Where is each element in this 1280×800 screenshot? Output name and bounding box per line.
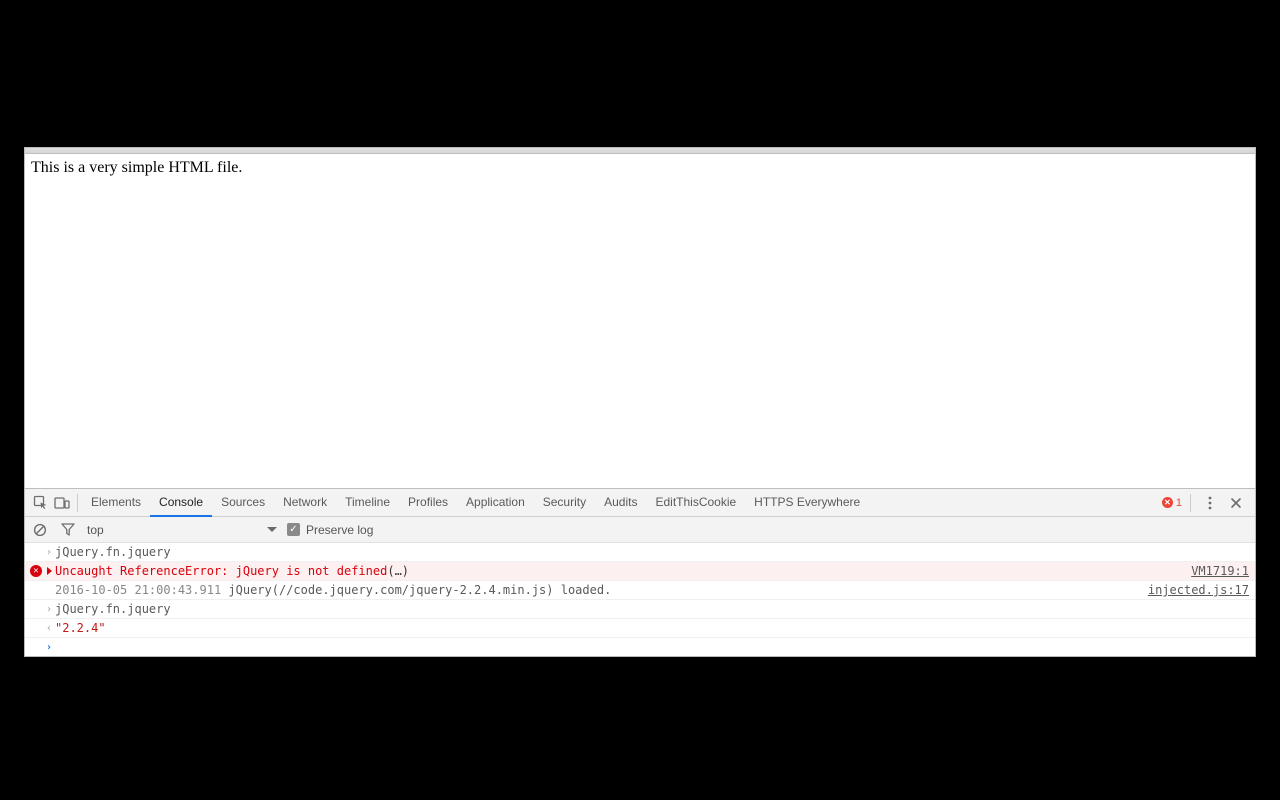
execution-context-selector[interactable]: top (87, 523, 277, 537)
filter-icon[interactable] (59, 516, 77, 544)
error-icon: ✕ (30, 565, 42, 577)
console-text: Uncaught ReferenceError: jQuery is not d… (55, 564, 1181, 578)
error-icon: ✕ (1162, 497, 1173, 508)
source-link[interactable]: injected.js:17 (1138, 583, 1249, 597)
tab-httpseverywhere[interactable]: HTTPS Everywhere (745, 489, 869, 517)
preserve-log-label: Preserve log (306, 523, 373, 537)
preserve-log-toggle[interactable]: ✓ Preserve log (287, 523, 373, 537)
console-toolbar: top ✓ Preserve log (25, 517, 1255, 543)
console-log-row[interactable]: 2016-10-05 21:00:43.911 jQuery(//code.jq… (25, 581, 1255, 600)
tab-audits[interactable]: Audits (595, 489, 646, 517)
chevron-down-icon (267, 527, 277, 532)
gutter: ✕ (29, 565, 43, 577)
console-output[interactable]: › jQuery.fn.jquery ✕ Uncaught ReferenceE… (25, 543, 1255, 656)
error-count: 1 (1176, 497, 1182, 509)
browser-window: This is a very simple HTML file. Element… (24, 147, 1256, 657)
expand-icon[interactable] (43, 567, 55, 575)
inspect-element-icon[interactable] (29, 489, 51, 517)
console-text: jQuery.fn.jquery (55, 545, 1249, 559)
tab-console[interactable]: Console (150, 489, 212, 517)
tab-profiles[interactable]: Profiles (399, 489, 457, 517)
error-count-badge[interactable]: ✕ 1 (1162, 497, 1182, 509)
checkbox-checked-icon: ✓ (287, 523, 300, 536)
console-error-row[interactable]: ✕ Uncaught ReferenceError: jQuery is not… (25, 562, 1255, 581)
kebab-menu-icon[interactable] (1199, 489, 1221, 517)
input-prompt-icon: › (43, 642, 55, 653)
output-prompt-icon: ‹ (43, 623, 55, 634)
console-output-row[interactable]: ‹ "2.2.4" (25, 619, 1255, 638)
input-prompt-icon: › (43, 547, 55, 558)
tab-editthiscookie[interactable]: EditThisCookie (646, 489, 745, 517)
context-label: top (87, 523, 104, 537)
devtools-tabbar: Elements Console Sources Network Timelin… (25, 489, 1255, 517)
page-body-text: This is a very simple HTML file. (31, 159, 242, 176)
console-input-row[interactable]: › jQuery.fn.jquery (25, 600, 1255, 619)
tab-network[interactable]: Network (274, 489, 336, 517)
input-prompt-icon: › (43, 604, 55, 615)
console-text: "2.2.4" (55, 621, 1249, 635)
console-input-prompt[interactable]: › (25, 638, 1255, 656)
source-link[interactable]: VM1719:1 (1181, 564, 1249, 578)
clear-console-icon[interactable] (31, 516, 49, 544)
console-text: 2016-10-05 21:00:43.911 jQuery(//code.jq… (55, 583, 1138, 597)
tab-timeline[interactable]: Timeline (336, 489, 399, 517)
tab-elements[interactable]: Elements (82, 489, 150, 517)
console-text: jQuery.fn.jquery (55, 602, 1249, 616)
console-input-row[interactable]: › jQuery.fn.jquery (25, 543, 1255, 562)
device-toolbar-icon[interactable] (51, 489, 73, 517)
page-content: This is a very simple HTML file. (25, 154, 1255, 488)
tab-application[interactable]: Application (457, 489, 534, 517)
tab-security[interactable]: Security (534, 489, 595, 517)
close-devtools-icon[interactable] (1225, 489, 1247, 517)
devtools-right-controls: ✕ 1 (1162, 489, 1251, 517)
devtools-panel: Elements Console Sources Network Timelin… (25, 488, 1255, 656)
divider (77, 494, 78, 512)
tab-sources[interactable]: Sources (212, 489, 274, 517)
divider (1190, 494, 1191, 512)
